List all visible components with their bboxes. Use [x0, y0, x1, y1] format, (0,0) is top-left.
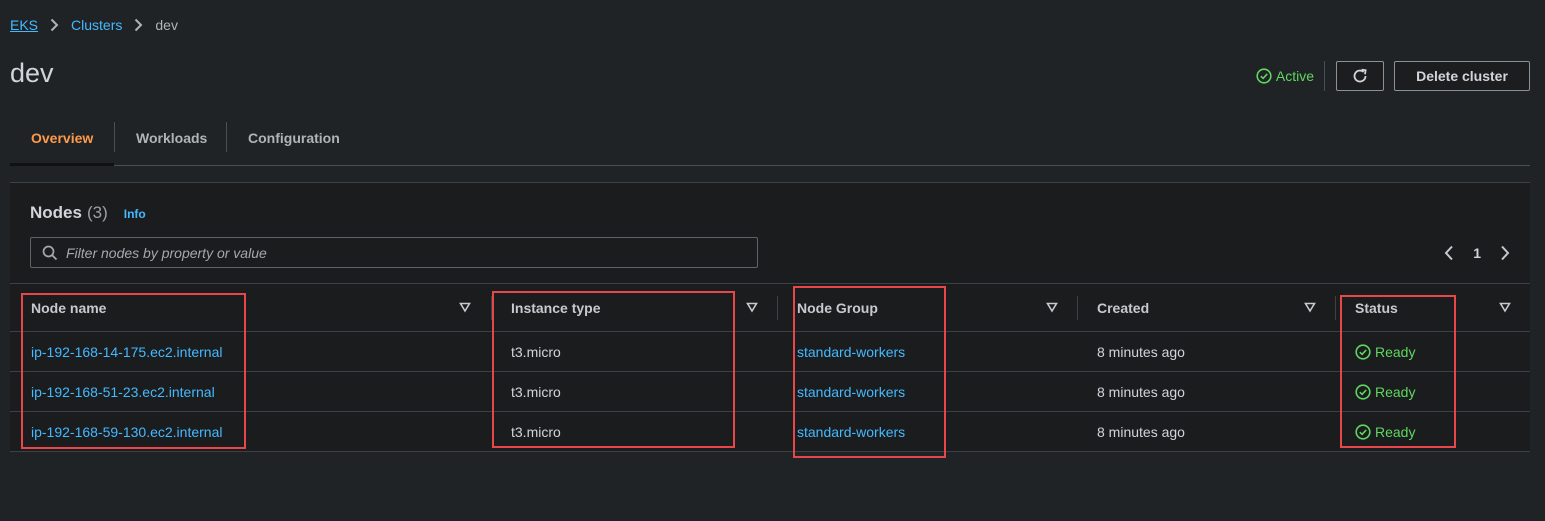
tab-configuration[interactable]: Configuration [248, 122, 340, 154]
column-header-instance-type[interactable]: Instance type [511, 284, 600, 332]
active-tab-indicator [10, 163, 114, 166]
tab-divider [226, 122, 227, 152]
filter-nodes-field [30, 237, 758, 268]
status-badge: Ready [1355, 344, 1415, 360]
tab-overview[interactable]: Overview [31, 122, 93, 154]
status-text: Ready [1375, 384, 1416, 400]
column-header-node-name[interactable]: Node name [31, 284, 106, 332]
sort-icon[interactable] [459, 301, 471, 313]
created-cell: 8 minutes ago [1097, 344, 1185, 360]
page-title: dev [10, 58, 54, 88]
status-text: Ready [1375, 424, 1416, 440]
nodes-header: Nodes (3) Info [30, 203, 146, 223]
next-page-button[interactable] [1500, 245, 1510, 261]
cluster-status-text: Active [1275, 68, 1314, 84]
sort-icon[interactable] [1046, 301, 1058, 313]
filter-nodes-input[interactable] [66, 244, 757, 261]
check-circle-icon [1355, 344, 1371, 360]
delete-cluster-button[interactable]: Delete cluster [1394, 61, 1530, 91]
created-cell: 8 minutes ago [1097, 384, 1185, 400]
breadcrumb-clusters[interactable]: Clusters [71, 17, 122, 33]
node-name-link[interactable]: ip-192-168-51-23.ec2.internal [31, 384, 215, 400]
tab-workloads[interactable]: Workloads [136, 122, 207, 154]
check-circle-icon [1256, 68, 1272, 84]
sort-icon[interactable] [746, 301, 758, 313]
breadcrumb: EKS Clusters dev [10, 17, 178, 33]
breadcrumb-current: dev [155, 17, 178, 33]
nodes-count: (3) [86, 203, 108, 222]
breadcrumb-eks[interactable]: EKS [10, 17, 38, 33]
cluster-status-badge: Active [1256, 68, 1324, 84]
chevron-right-icon [134, 18, 143, 32]
divider [1324, 61, 1325, 91]
check-circle-icon [1355, 424, 1371, 440]
column-header-created[interactable]: Created [1097, 284, 1149, 332]
sort-icon[interactable] [1304, 301, 1316, 313]
node-name-link[interactable]: ip-192-168-14-175.ec2.internal [31, 344, 222, 360]
chevron-right-icon [1501, 245, 1510, 261]
chevron-right-icon [50, 18, 59, 32]
table-row: ip-192-168-51-23.ec2.internal t3.micro s… [10, 372, 1530, 412]
status-badge: Ready [1355, 384, 1415, 400]
search-icon [42, 245, 58, 260]
column-divider[interactable] [777, 296, 778, 320]
sort-icon[interactable] [1499, 301, 1511, 313]
refresh-icon [1353, 68, 1367, 83]
table-header: Node name Instance type Node Group Creat… [10, 284, 1530, 332]
tab-bar: Overview Workloads Configuration [10, 110, 1530, 166]
eks-cluster-page: EKS Clusters dev dev Active Delete clust… [0, 0, 1545, 521]
nodes-panel: Nodes (3) Info 1 Node name [10, 182, 1530, 452]
check-circle-icon [1355, 384, 1371, 400]
column-divider[interactable] [491, 296, 492, 320]
table-row: ip-192-168-14-175.ec2.internal t3.micro … [10, 332, 1530, 372]
node-group-link[interactable]: standard-workers [797, 344, 905, 360]
node-group-link[interactable]: standard-workers [797, 384, 905, 400]
instance-type-cell: t3.micro [511, 344, 561, 360]
node-group-link[interactable]: standard-workers [797, 424, 905, 440]
instance-type-cell: t3.micro [511, 424, 561, 440]
tab-divider [114, 122, 115, 152]
refresh-button[interactable] [1336, 61, 1384, 91]
node-name-link[interactable]: ip-192-168-59-130.ec2.internal [31, 424, 222, 440]
nodes-table: Node name Instance type Node Group Creat… [10, 283, 1530, 452]
column-header-status[interactable]: Status [1355, 284, 1398, 332]
info-link[interactable]: Info [124, 207, 146, 221]
nodes-title: Nodes [30, 203, 82, 222]
table-row: ip-192-168-59-130.ec2.internal t3.micro … [10, 412, 1530, 452]
status-text: Ready [1375, 344, 1416, 360]
current-page[interactable]: 1 [1473, 245, 1481, 261]
column-divider[interactable] [1335, 296, 1336, 320]
column-divider[interactable] [1077, 296, 1078, 320]
header-actions: Active Delete cluster [1256, 61, 1530, 91]
chevron-left-icon [1444, 245, 1453, 261]
created-cell: 8 minutes ago [1097, 424, 1185, 440]
previous-page-button[interactable] [1444, 245, 1454, 261]
status-badge: Ready [1355, 424, 1415, 440]
pagination: 1 [1444, 241, 1510, 265]
column-header-node-group[interactable]: Node Group [797, 284, 878, 332]
instance-type-cell: t3.micro [511, 384, 561, 400]
